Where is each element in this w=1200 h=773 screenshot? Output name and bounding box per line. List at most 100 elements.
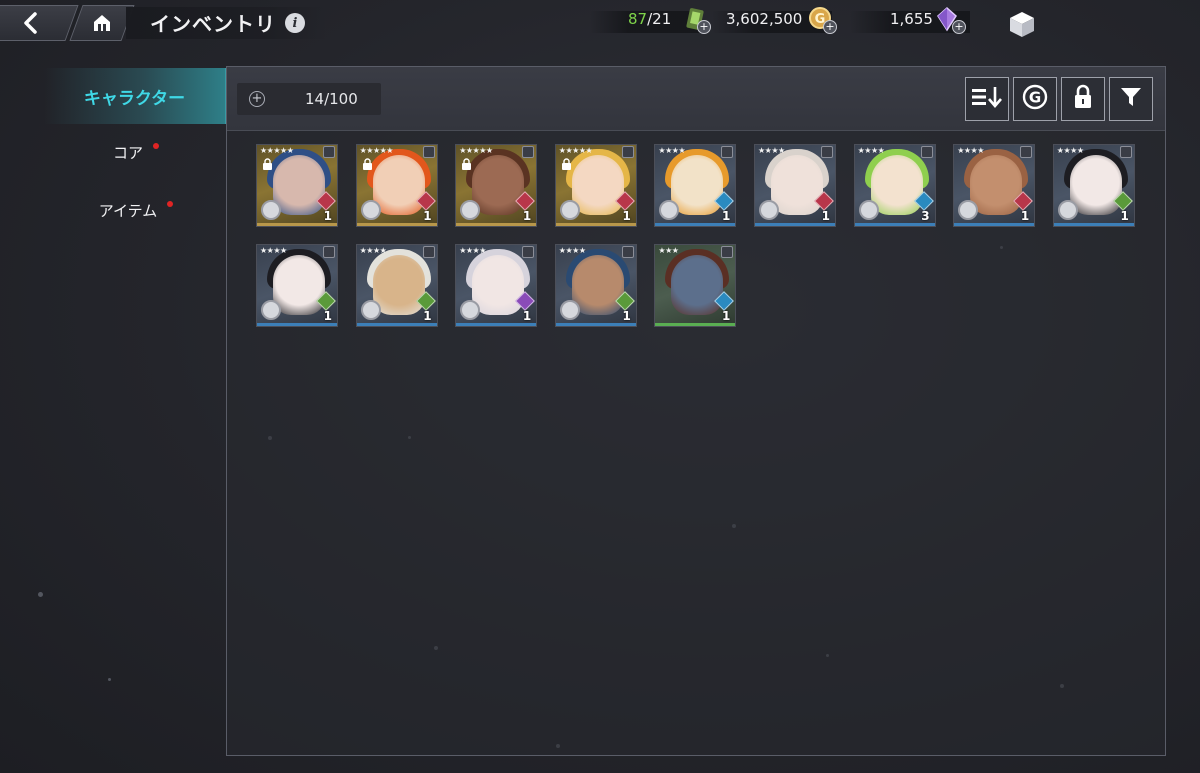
rarity-stripe [954,223,1035,226]
star-rating: ★★★★ [957,146,984,155]
lock-icon [1073,84,1093,114]
element-icon [522,146,535,158]
character-count: 1 [522,209,532,223]
element-icon [323,146,335,158]
character-card[interactable]: ★★★★ 1 [355,244,438,327]
top-bar: インベントリ i 87/21 + 3,602,500 G + 1,655 + [0,0,1200,46]
character-card[interactable]: ★★★★ 3 [853,144,936,227]
character-count: 1 [622,209,631,223]
sell-button[interactable]: G [1013,77,1057,121]
star-rating: ★★★★ [658,146,686,155]
rarity-stripe [456,223,537,226]
rarity-stripe [854,223,935,226]
capacity-box[interactable]: + 14/100 [237,83,381,115]
home-button[interactable] [69,5,135,41]
chevron-left-icon [22,12,40,34]
rarity-stripe [755,223,835,226]
tab-core[interactable]: コア [44,124,228,180]
element-icon [621,246,634,258]
star-rating: ★★★★ [558,246,586,255]
svg-text:G: G [1029,89,1041,107]
element-icon [1119,146,1132,158]
tab-core-label: コア [112,143,143,162]
tab-items[interactable]: アイテム [44,182,228,238]
rarity-stripe [555,223,636,226]
character-card[interactable]: ★★★★ 1 [654,144,737,227]
tab-characters-label: キャラクター [83,88,186,109]
compass-icon [360,200,381,220]
character-card[interactable]: ★★★★ 1 [256,244,338,327]
home-icon [92,14,112,32]
rarity-stripe [257,223,337,226]
character-portrait [472,155,525,215]
character-card[interactable]: ★★★★★ 1 [355,144,438,227]
shield-heart-icon [759,200,779,220]
star-rating: ★★★★★ [260,146,294,155]
character-portrait [771,155,823,215]
stamina-add-button[interactable]: + [697,20,711,34]
rarity-stripe [456,323,537,326]
element-icon [721,246,734,258]
character-count: 1 [522,309,532,323]
lock-icon [462,158,472,170]
element-icon [821,146,833,158]
background-star [108,678,111,681]
tab-items-label: アイテム [98,201,158,220]
character-portrait [273,155,325,215]
character-card[interactable]: ★★★★ 1 [953,144,1036,227]
character-count: 1 [423,209,432,223]
info-icon[interactable]: i [285,13,305,33]
filter-icon [1119,85,1143,113]
rarity-stripe [1053,223,1134,226]
character-portrait [671,255,724,315]
gem-add-button[interactable]: + [952,20,966,34]
element-icon [323,246,335,258]
character-portrait [273,255,325,315]
lock-icon [362,158,372,170]
gold-add-button[interactable]: + [823,20,837,34]
background-star [38,592,43,597]
rarity-stripe [555,323,636,326]
element-icon [721,146,734,158]
lock-icon [561,158,571,170]
character-card[interactable]: ★★★★★ 1 [455,144,538,227]
element-icon [621,146,634,158]
rarity-stripe [356,323,437,326]
rarity-stripe [655,323,736,326]
lock-button[interactable] [1061,77,1105,121]
star-rating: ★★★★ [260,246,287,255]
inventory-panel: + 14/100 G ★★★★★ 1 ★★★★★ 1 ★★★★★ 1 ★★★★★ 1 ★★★★ 1… [226,66,1166,756]
shield-heart-icon [261,200,281,220]
lock-icon [263,158,272,170]
back-button[interactable] [0,5,79,41]
character-count: 1 [821,209,830,223]
shield-heart-icon [360,300,381,320]
character-portrait [571,155,624,215]
character-card[interactable]: ★★★★ 1 [455,244,538,327]
character-count: 1 [1120,209,1129,223]
star-rating: ★★★★ [857,146,885,155]
character-card[interactable]: ★★★★★ 1 [256,144,338,227]
stamina-counter: 87/21 [628,10,671,28]
expand-capacity-icon[interactable]: + [249,91,265,107]
cube-box-icon[interactable] [1008,10,1036,38]
character-count: 1 [423,309,432,323]
star-rating: ★★★★★ [359,146,394,155]
gold-sell-icon: G [1021,83,1049,115]
tab-characters[interactable]: キャラクター [44,68,228,124]
filter-button[interactable] [1109,77,1153,121]
page-title: インベントリ [150,12,276,36]
character-count: 1 [722,209,731,223]
character-card[interactable]: ★★★ 1 [654,244,737,327]
character-card[interactable]: ★★★★ 1 [754,144,836,227]
character-count: 1 [1020,209,1030,223]
sort-button[interactable] [965,77,1009,121]
character-card[interactable]: ★★★★ 1 [554,244,637,327]
element-icon [422,146,435,158]
star-rating: ★★★★★ [558,146,593,155]
star-rating: ★★★★ [1056,146,1084,155]
character-card[interactable]: ★★★★★ 1 [554,144,637,227]
character-card[interactable]: ★★★★ 1 [1052,144,1135,227]
gem-amount: 1,655 [890,10,933,28]
star-rating: ★★★ [658,246,679,255]
